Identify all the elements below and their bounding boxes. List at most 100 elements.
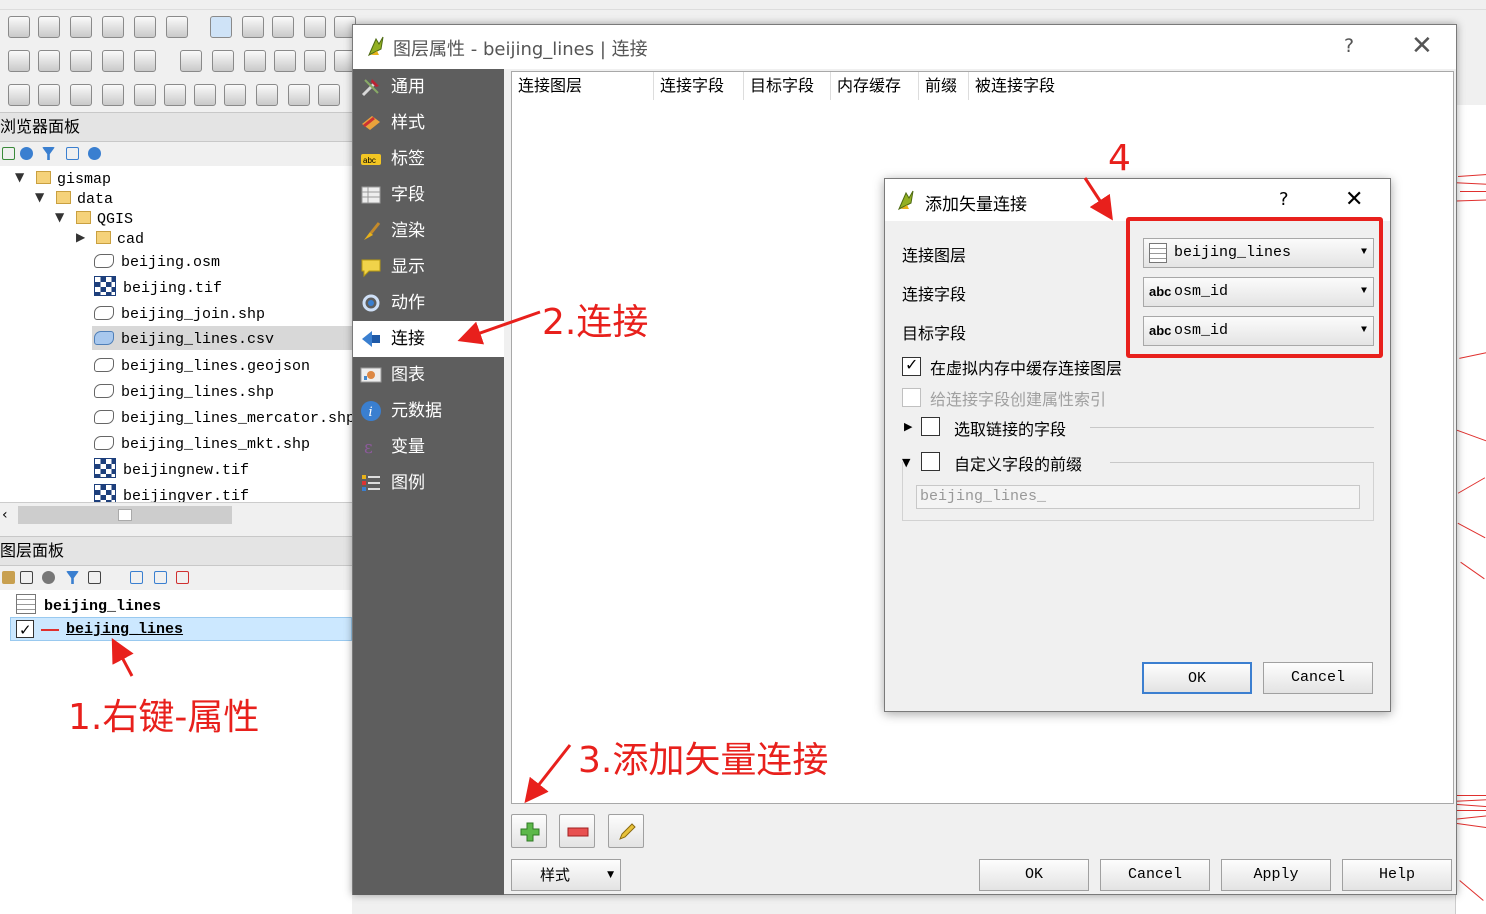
pan-to-selection-icon[interactable] <box>272 16 294 38</box>
scroll-left-icon[interactable]: ‹ <box>2 507 8 523</box>
vertex-tool-icon[interactable] <box>180 50 202 72</box>
add-join-button[interactable] <box>511 814 547 848</box>
label-move-icon[interactable] <box>224 84 246 106</box>
filter-icon[interactable] <box>42 147 55 160</box>
tab-fields[interactable]: 字段 <box>353 177 504 213</box>
tab-variables[interactable]: ε 变量 <box>353 429 504 465</box>
add-ring-icon[interactable] <box>134 50 156 72</box>
help-button[interactable]: ? <box>1279 189 1289 210</box>
new-project-icon[interactable] <box>8 16 30 38</box>
label-change-icon[interactable] <box>288 84 310 106</box>
tab-display[interactable]: 显示 <box>353 249 504 285</box>
add-group-icon[interactable] <box>20 571 33 584</box>
copy-icon[interactable] <box>304 50 326 72</box>
save-edits-icon[interactable] <box>70 50 92 72</box>
tab-joins[interactable]: 连接 <box>353 321 504 357</box>
tab-diagrams[interactable]: 图表 <box>353 357 504 393</box>
column-header[interactable]: 目标字段 <box>744 72 831 100</box>
dialog-titlebar[interactable]: 图层属性 - beijing_lines | 连接 ? ✕ <box>353 25 1456 69</box>
select-fields-checkbox[interactable] <box>921 417 940 436</box>
pan-hand-icon[interactable] <box>242 16 264 38</box>
remove-join-button[interactable] <box>559 814 595 848</box>
pan-select-icon[interactable] <box>210 16 232 38</box>
label-tool-icon[interactable] <box>134 84 156 106</box>
tree-item-cad[interactable]: cad <box>96 226 144 250</box>
index-checkbox[interactable] <box>902 388 921 407</box>
label-pin-icon[interactable] <box>164 84 186 106</box>
edit-join-button[interactable] <box>608 814 644 848</box>
cancel-button[interactable]: Cancel <box>1100 859 1210 891</box>
column-header[interactable]: 被连接字段 <box>969 72 1079 100</box>
close-button[interactable]: ✕ <box>1345 187 1363 212</box>
expand-arrow-icon[interactable]: ▶ <box>904 420 912 433</box>
tree-item-file[interactable]: beijing.tif <box>94 275 222 299</box>
layer-list[interactable]: beijing_lines ✓ beijing_lines <box>0 590 352 914</box>
label-rotate-icon[interactable] <box>256 84 278 106</box>
cancel-button[interactable]: Cancel <box>1263 662 1373 694</box>
prefix-input[interactable]: beijing_lines_ <box>916 485 1360 509</box>
collapse-all-icon[interactable] <box>154 571 167 584</box>
open-project-icon[interactable] <box>38 16 60 38</box>
visibility-icon[interactable] <box>42 571 55 584</box>
help-button[interactable]: ? <box>1344 35 1354 57</box>
label-diagram-icon[interactable] <box>318 84 340 106</box>
add-feature-icon[interactable] <box>102 50 124 72</box>
remove-layer-icon[interactable] <box>176 571 189 584</box>
apply-button[interactable]: Apply <box>1221 859 1331 891</box>
ok-button[interactable]: OK <box>979 859 1089 891</box>
close-button[interactable]: ✕ <box>1411 33 1433 59</box>
tree-item-file[interactable]: beijing.osm <box>94 249 220 273</box>
delete-icon[interactable] <box>244 50 266 72</box>
add-layer-icon[interactable] <box>2 147 15 160</box>
node-tool-icon[interactable] <box>212 50 234 72</box>
label-show-icon[interactable] <box>194 84 216 106</box>
expand-all-icon[interactable] <box>130 571 143 584</box>
save-as-icon[interactable] <box>102 16 124 38</box>
tree-item-file[interactable]: beijing_lines.shp <box>94 379 274 403</box>
tab-legend[interactable]: 图例 <box>353 465 504 501</box>
chevron-right-icon[interactable]: ▶ <box>76 230 85 244</box>
tree-item-file[interactable]: beijing_join.shp <box>94 301 265 325</box>
tab-style[interactable]: 样式 <box>353 105 504 141</box>
dialog-titlebar[interactable]: 添加矢量连接 ? ✕ <box>885 179 1390 221</box>
help-button[interactable]: Help <box>1342 859 1452 891</box>
chevron-down-icon[interactable]: ▼ <box>15 170 24 184</box>
expression-filter-icon[interactable] <box>88 571 101 584</box>
tree-item-file[interactable]: beijing_lines_mkt.shp <box>94 431 310 455</box>
cut-icon[interactable] <box>274 50 296 72</box>
style-dropdown-button[interactable]: 样式 ▼ <box>511 859 621 891</box>
tab-actions[interactable]: 动作 <box>353 285 504 321</box>
tree-item-file[interactable]: beijingnew.tif <box>94 457 249 481</box>
layer-item-selected[interactable]: ✓ beijing_lines <box>10 617 352 641</box>
column-header[interactable]: 连接字段 <box>654 72 744 100</box>
tree-item-file[interactable]: beijingver.tif <box>94 483 249 502</box>
tree-item-file[interactable]: beijing_lines_mercator.shp <box>94 405 352 429</box>
layer-item[interactable]: beijing_lines <box>16 593 161 617</box>
column-header[interactable]: 前缀 <box>919 72 969 100</box>
chevron-down-icon[interactable]: ▼ <box>35 190 44 204</box>
rotate-icon[interactable] <box>38 84 60 106</box>
redo-icon[interactable] <box>102 84 124 106</box>
tab-labels[interactable]: abc 标签 <box>353 141 504 177</box>
menu-bar[interactable] <box>0 0 1486 10</box>
tree-item-file-selected[interactable]: beijing_lines.csv <box>92 326 352 350</box>
tab-metadata[interactable]: i 元数据 <box>353 393 504 429</box>
cache-checkbox[interactable]: ✓ <box>902 355 921 376</box>
column-header[interactable]: 连接图层 <box>512 72 654 100</box>
layout-manager-icon[interactable] <box>166 16 188 38</box>
edit-pencil-icon[interactable] <box>8 50 30 72</box>
collapse-all-icon[interactable] <box>66 147 79 160</box>
filter-legend-icon[interactable] <box>66 571 79 584</box>
browser-tree[interactable]: ▼ gismap ▼ data ▼ QGIS ▶ cad beijing.osm… <box>0 166 352 502</box>
toggle-editing-icon[interactable] <box>38 50 60 72</box>
save-project-icon[interactable] <box>70 16 92 38</box>
map-canvas[interactable] <box>1455 105 1486 914</box>
tree-item-file[interactable]: beijing_lines.geojson <box>94 353 310 377</box>
undo-icon[interactable] <box>70 84 92 106</box>
tab-rendering[interactable]: 渲染 <box>353 213 504 249</box>
horizontal-scrollbar[interactable]: ‹ <box>0 502 352 528</box>
style-icon[interactable] <box>2 571 15 584</box>
zoom-in-icon[interactable] <box>304 16 326 38</box>
layer-visibility-checkbox[interactable]: ✓ <box>16 620 34 639</box>
ok-button[interactable]: OK <box>1142 662 1252 694</box>
